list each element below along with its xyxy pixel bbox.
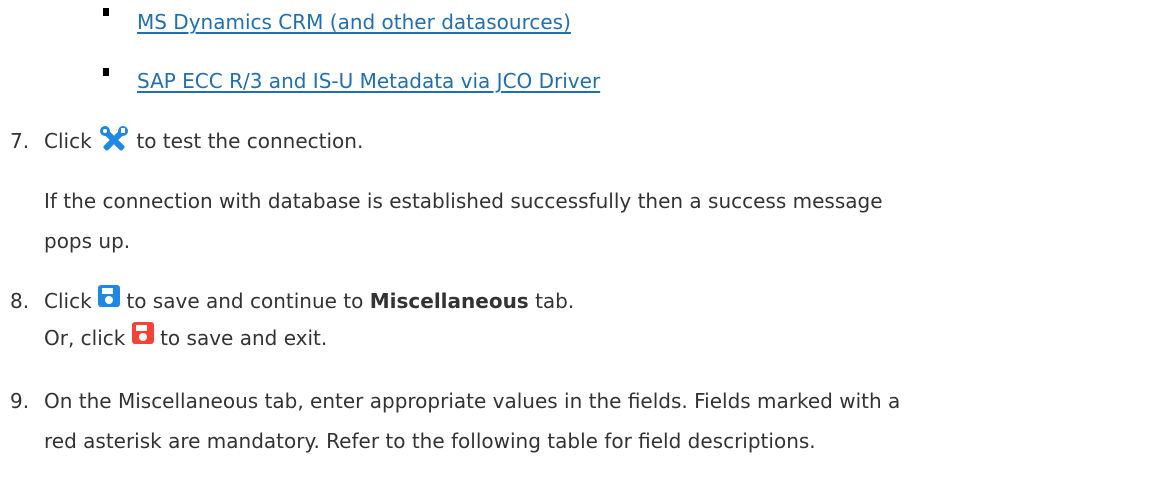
step-text: to save and continue to: [126, 289, 364, 313]
step-7-instruction: Click to test the connection.: [44, 125, 364, 155]
tab-name: Miscellaneous: [369, 289, 529, 313]
bullet-marker: [103, 68, 109, 76]
step-text: to test the connection.: [136, 129, 364, 153]
step-text: to save and exit.: [160, 326, 328, 350]
tools-icon: [98, 125, 130, 155]
save-exit-icon: [131, 322, 154, 351]
step-text: Click: [44, 289, 92, 313]
link-ms-dynamics-crm[interactable]: MS Dynamics CRM (and other datasources): [137, 10, 571, 34]
list-item: MS Dynamics CRM (and other datasources): [137, 8, 571, 36]
step-8-instruction: Click to save and continue to Miscellane…: [44, 285, 575, 315]
step-text: tab.: [535, 289, 575, 313]
step-7-note: If the connection with database is estab…: [44, 189, 883, 213]
link-sap-ecc-jco-driver[interactable]: SAP ECC R/3 and IS-U Metadata via JCO Dr…: [137, 69, 600, 93]
step-9-instruction: red asterisk are mandatory. Refer to the…: [44, 429, 816, 453]
save-icon: [98, 285, 121, 314]
step-9-instruction: On the Miscellaneous tab, enter appropri…: [44, 389, 901, 413]
step-8-alternative: Or, click to save and exit.: [44, 322, 328, 352]
bullet-marker: [103, 8, 109, 16]
step-number: 9.: [10, 389, 30, 413]
step-text: Click: [44, 129, 92, 153]
step-7-note: pops up.: [44, 229, 131, 253]
step-number: 8.: [10, 289, 30, 313]
step-number: 7.: [10, 129, 30, 153]
document-page: MS Dynamics CRM (and other datasources) …: [0, 0, 1174, 484]
list-item: SAP ECC R/3 and IS-U Metadata via JCO Dr…: [137, 67, 600, 95]
step-text: Or, click: [44, 326, 126, 350]
